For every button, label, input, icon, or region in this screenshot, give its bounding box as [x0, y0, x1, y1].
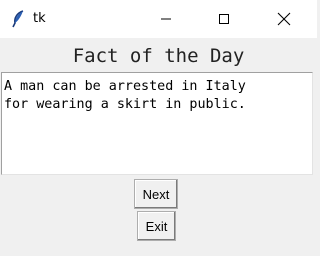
title-bar: tk — [0, 0, 317, 38]
tk-feather-icon — [11, 10, 25, 28]
exit-button[interactable]: Exit — [137, 211, 176, 241]
minimize-icon — [161, 18, 171, 20]
close-button[interactable] — [261, 0, 307, 38]
maximize-button[interactable] — [201, 0, 247, 38]
window-title: tk — [33, 11, 46, 26]
maximize-icon — [219, 14, 229, 24]
fact-text-area[interactable]: A man can be arrested in Italy for weari… — [1, 72, 313, 175]
fact-text: A man can be arrested in Italy for weari… — [4, 79, 246, 112]
minimize-button[interactable] — [143, 0, 189, 38]
close-icon — [277, 12, 291, 26]
next-button[interactable]: Next — [134, 179, 178, 209]
page-title: Fact of the Day — [72, 45, 245, 67]
app-window: tk Fact of the Day A man can be arrested… — [0, 0, 317, 256]
